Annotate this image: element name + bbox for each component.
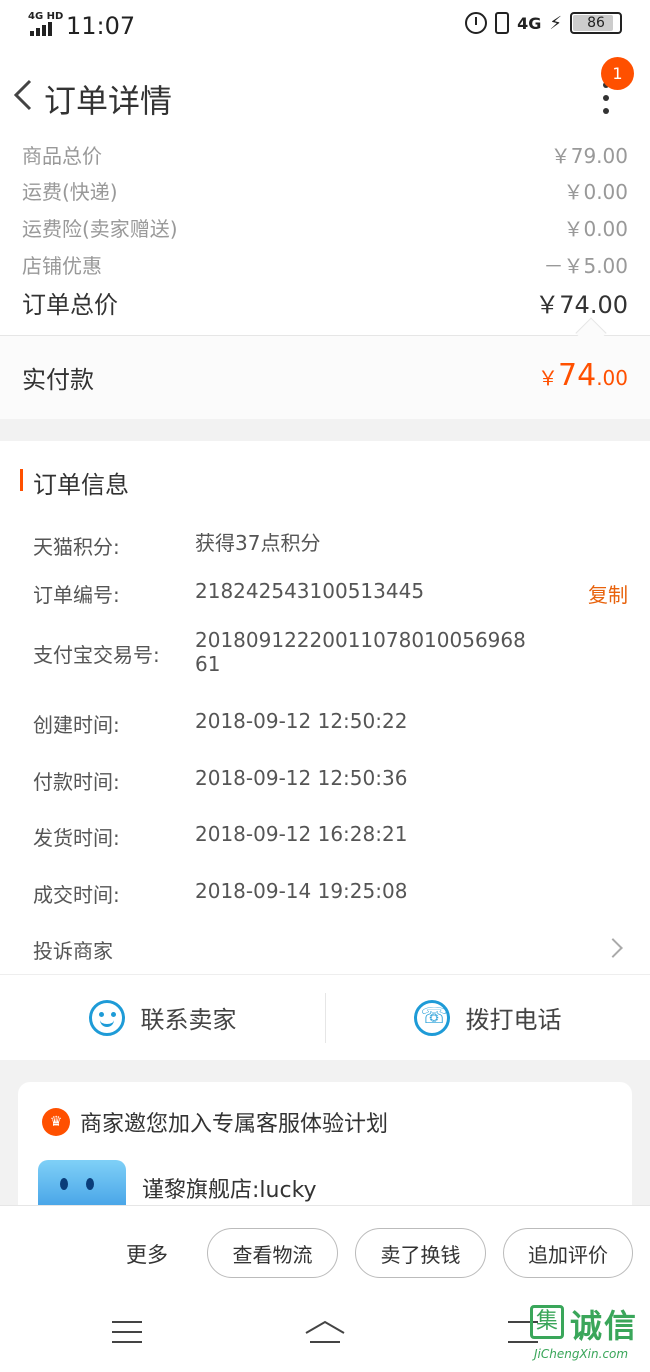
price-row: 商品总价 ￥79.00 xyxy=(22,140,628,169)
price-row: 运费险(卖家赠送) ￥0.00 xyxy=(22,213,628,242)
price-value: ￥0.00 xyxy=(563,217,628,241)
contact-seller-label: 联系卖家 xyxy=(140,1006,237,1034)
price-summary: 商品总价 ￥79.00 运费(快递) ￥0.00 运费险(卖家赠送) ￥0.00… xyxy=(0,138,650,335)
more-button[interactable]: 更多 xyxy=(126,1239,168,1269)
paid-integer: 74 xyxy=(558,358,597,393)
chevron-right-icon[interactable] xyxy=(603,938,623,958)
call-phone-button[interactable]: 拨打电话 xyxy=(325,975,650,1060)
info-value: 20180912220011078010056968 61 xyxy=(195,628,526,676)
info-label: 付款时间: xyxy=(33,770,120,794)
section-title: 订单信息 xyxy=(33,471,129,499)
price-row: 店铺优惠 －￥5.00 xyxy=(22,250,628,279)
price-value: －￥5.00 xyxy=(543,254,628,278)
price-label: 商品总价 xyxy=(22,144,102,168)
watermark-box: 集 xyxy=(530,1305,564,1339)
service-invite-title: 商家邀您加入专属客服体验计划 xyxy=(80,1112,389,1137)
paid-decimal: .00 xyxy=(596,366,628,390)
shop-name: 谨黎旗舰店:lucky xyxy=(142,1178,317,1203)
phone-icon xyxy=(413,999,450,1036)
paid-label: 实付款 xyxy=(22,366,94,394)
resell-button[interactable]: 卖了换钱 xyxy=(355,1228,486,1278)
paid-currency: ￥ xyxy=(538,366,558,390)
crown-icon: ♛ xyxy=(42,1108,70,1136)
order-total-value: ￥74.00 xyxy=(535,291,628,319)
info-label: 成交时间: xyxy=(33,883,120,907)
vibrate-icon xyxy=(495,12,510,34)
price-label: 运费(快递) xyxy=(22,180,118,204)
contact-seller-button[interactable]: 联系卖家 xyxy=(0,975,325,1060)
notification-badge: 1 xyxy=(601,57,634,90)
watermark-logo: 集 诚信 JiChengXin.com xyxy=(526,1301,644,1363)
battery-level: 86 xyxy=(587,15,605,31)
info-value: 2018-09-14 19:25:08 xyxy=(195,879,408,903)
info-label: 天猫积分: xyxy=(33,535,120,559)
order-info-section: 订单信息 天猫积分: 获得37点积分 订单编号: 218242543100513… xyxy=(0,441,650,1060)
contact-actions: 联系卖家 拨打电话 xyxy=(0,975,650,1060)
order-total-label: 订单总价 xyxy=(22,291,118,319)
info-label: 发货时间: xyxy=(33,826,120,850)
system-nav-bar: 集 诚信 JiChengXin.com xyxy=(0,1297,650,1372)
complain-seller-link[interactable]: 投诉商家 xyxy=(33,935,113,964)
info-value: 2018-09-12 12:50:36 xyxy=(195,766,408,790)
info-value: 2018-09-12 12:50:22 xyxy=(195,709,408,733)
price-label: 店铺优惠 xyxy=(22,254,102,278)
call-phone-label: 拨打电话 xyxy=(465,1006,562,1034)
nav-bar: 订单详情 xyxy=(0,52,650,138)
status-time: 11:07 xyxy=(66,12,136,40)
info-label: 支付宝交易号: xyxy=(33,643,160,667)
mobile-data-label: 4G xyxy=(517,13,542,33)
home-icon[interactable] xyxy=(304,1319,346,1345)
order-total-row: 订单总价 ￥74.00 xyxy=(22,285,628,320)
network-type: 4G HD xyxy=(28,11,64,22)
recent-apps-icon[interactable] xyxy=(112,1321,142,1343)
add-review-button[interactable]: 追加评价 xyxy=(503,1228,633,1278)
charging-icon: ⚡ xyxy=(549,12,562,34)
service-invite-card[interactable]: ♛ 商家邀您加入专属客服体验计划 谨黎旗舰店:lucky xyxy=(18,1082,632,1222)
view-logistics-button[interactable]: 查看物流 xyxy=(207,1228,338,1278)
watermark-text: 诚信 xyxy=(570,1307,639,1345)
alarm-icon xyxy=(465,12,488,34)
info-value: 2018-09-12 16:28:21 xyxy=(195,822,408,846)
price-value: ￥79.00 xyxy=(550,144,628,168)
signal-icon xyxy=(30,22,52,36)
page-title: 订单详情 xyxy=(44,82,173,120)
watermark-url: JiChengXin.com xyxy=(534,1347,629,1361)
status-bar: 4G HD 11:07 4G ⚡ 86 xyxy=(0,0,650,52)
price-label: 运费险(卖家赠送) xyxy=(22,217,178,241)
info-label: 创建时间: xyxy=(33,713,120,737)
bottom-action-bar: 更多 查看物流 卖了换钱 追加评价 xyxy=(0,1205,650,1297)
price-value: ￥0.00 xyxy=(563,180,628,204)
copy-button[interactable]: 复制 xyxy=(588,579,628,608)
info-label: 订单编号: xyxy=(33,583,120,607)
info-value: 获得37点积分 xyxy=(195,531,321,555)
paid-amount-row: 实付款 ￥74.00 xyxy=(0,335,650,419)
battery-icon: 86 xyxy=(570,12,622,34)
info-value: 218242543100513445 xyxy=(195,579,425,603)
price-row: 运费(快递) ￥0.00 xyxy=(22,176,628,205)
paid-amount: ￥74.00 xyxy=(538,358,628,393)
back-arrow-icon[interactable] xyxy=(10,77,40,113)
section-accent-bar xyxy=(20,469,23,491)
status-icons: 4G ⚡ 86 xyxy=(465,12,622,34)
chat-smile-icon xyxy=(88,999,125,1036)
